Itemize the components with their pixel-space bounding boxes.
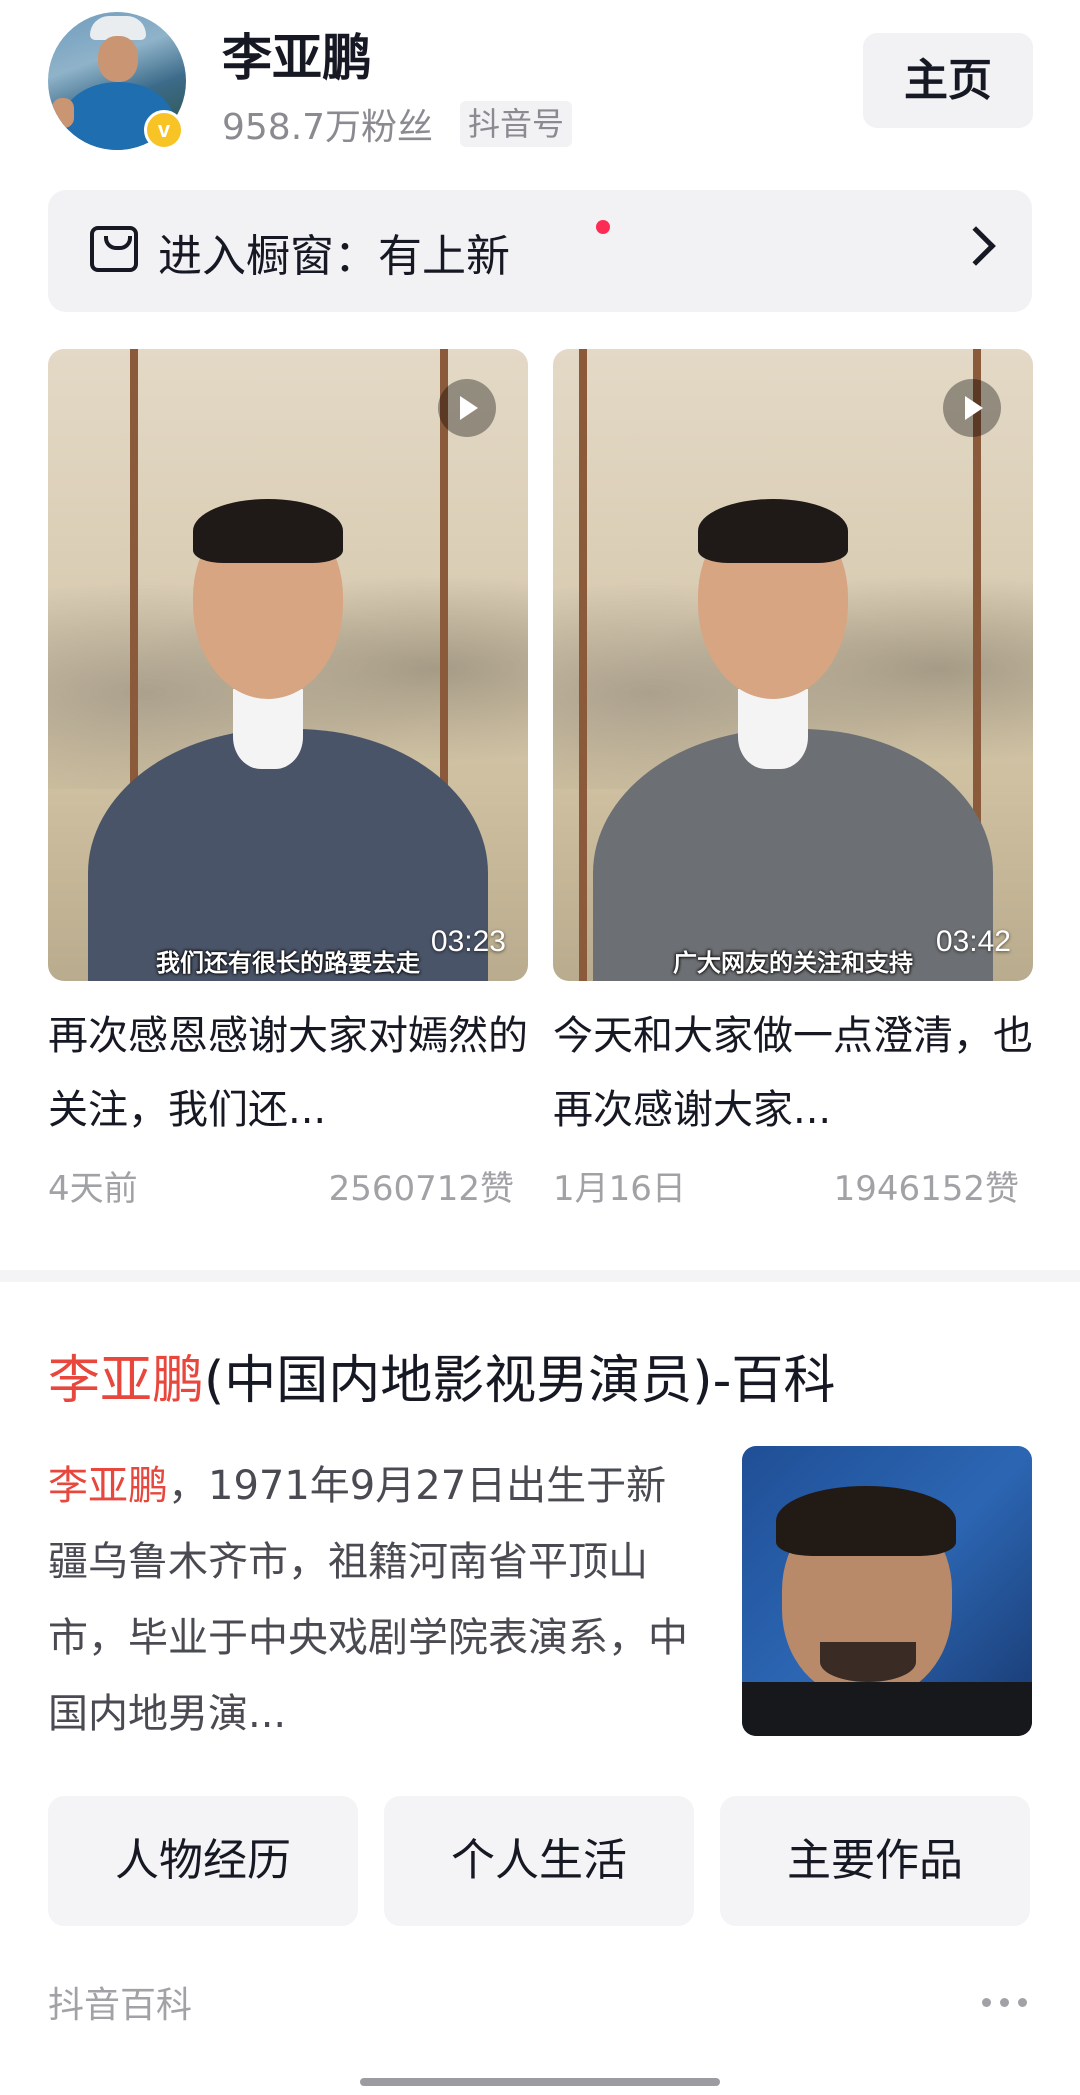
chevron-right-icon (956, 226, 996, 266)
video-date: 4天前 (48, 1169, 138, 1209)
baike-title[interactable]: 李亚鹏(中国内地影视男演员)-百科 (48, 1338, 835, 1413)
video-likes: 1946152赞 (833, 1169, 1019, 1209)
profile-name[interactable]: 李亚鹏 (222, 18, 372, 90)
video-duration: 03:42 (935, 925, 1011, 958)
home-button[interactable]: 主页 (863, 33, 1033, 128)
more-options-icon[interactable] (982, 1998, 1028, 2008)
baike-desc-name: 李亚鹏 (48, 1463, 168, 1509)
baike-source: 抖音百科 (48, 1985, 193, 2026)
video-likes: 2560712赞 (328, 1169, 514, 1209)
baike-title-name: 李亚鹏 (48, 1351, 205, 1411)
video-card[interactable]: 我们还有很长的路要去走 03:23 再次感恩感谢大家对嫣然的关注，我们还... … (48, 349, 528, 1211)
baike-title-rest: (中国内地影视男演员)-百科 (204, 1351, 836, 1411)
showcase-entry[interactable]: 进入橱窗：有上新 (48, 190, 1032, 312)
video-card[interactable]: 广大网友的关注和支持 03:42 今天和大家做一点澄清，也再次感谢大家... 1… (553, 349, 1033, 1211)
play-icon[interactable] (438, 379, 496, 437)
new-item-dot (596, 220, 610, 234)
video-title[interactable]: 今天和大家做一点澄清，也再次感谢大家... (553, 999, 1033, 1147)
douyin-id-tag: 抖音号 (460, 101, 573, 147)
video-thumbnail[interactable]: 我们还有很长的路要去走 03:23 (48, 349, 528, 981)
avatar-face (98, 36, 138, 82)
video-title[interactable]: 再次感恩感谢大家对嫣然的关注，我们还... (48, 999, 528, 1147)
home-indicator[interactable] (360, 2078, 720, 2086)
section-divider (0, 1270, 1080, 1282)
video-thumbnail[interactable]: 广大网友的关注和支持 03:42 (553, 349, 1033, 981)
video-duration: 03:23 (430, 925, 506, 958)
showcase-label: 进入橱窗：有上新 (158, 231, 510, 282)
baike-description[interactable]: 李亚鹏，1971年9月27日出生于新疆乌鲁木齐市，祖籍河南省平顶山市，毕业于中央… (48, 1448, 688, 1752)
video-meta: 4天前 2560712赞 (48, 1151, 528, 1211)
profile-header: v 李亚鹏 958.7万粉丝 抖音号 主页 (0, 0, 1080, 180)
tag-button-major-works[interactable]: 主要作品 (720, 1796, 1030, 1926)
tag-button-biography[interactable]: 人物经历 (48, 1796, 358, 1926)
shopping-bag-icon (90, 226, 138, 272)
tag-button-personal-life[interactable]: 个人生活 (384, 1796, 694, 1926)
video-date: 1月16日 (553, 1169, 686, 1209)
fan-count: 958.7万粉丝 (222, 107, 434, 148)
thumbs-up-shape (52, 98, 74, 128)
verified-badge-icon: v (144, 110, 184, 150)
video-meta: 1月16日 1946152赞 (553, 1151, 1033, 1211)
baike-portrait[interactable] (742, 1446, 1032, 1736)
play-icon[interactable] (943, 379, 1001, 437)
